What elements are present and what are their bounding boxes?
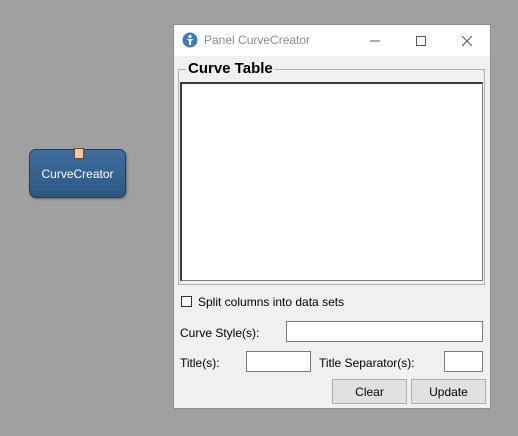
node-label: CurveCreator: [41, 166, 114, 181]
title-separator-label: Title Separator(s):: [319, 356, 415, 370]
update-button[interactable]: Update: [411, 379, 486, 404]
clear-button[interactable]: Clear: [332, 379, 407, 404]
split-columns-label[interactable]: Split columns into data sets: [198, 295, 344, 309]
minimize-button[interactable]: [352, 25, 398, 56]
close-button[interactable]: [444, 25, 490, 56]
title-bar[interactable]: Panel CurveCreator: [174, 25, 490, 56]
titles-input[interactable]: [246, 351, 311, 372]
minimize-icon: [370, 40, 380, 41]
curve-style-label: Curve Style(s):: [180, 326, 260, 340]
close-icon: [462, 35, 472, 46]
curve-style-input[interactable]: [286, 321, 483, 342]
title-separator-input[interactable]: [444, 351, 483, 372]
window-title: Panel CurveCreator: [204, 33, 311, 47]
node-input-port[interactable]: [74, 148, 84, 159]
curve-table[interactable]: [180, 82, 483, 281]
maximize-button[interactable]: [398, 25, 444, 56]
curve-table-title: Curve Table: [186, 60, 275, 77]
maximize-icon: [416, 35, 426, 46]
panel-window: Panel CurveCreator Curve Table Split col…: [173, 24, 491, 409]
split-columns-checkbox[interactable]: [181, 296, 192, 307]
titles-label: Title(s):: [180, 356, 220, 370]
app-icon: [182, 32, 198, 48]
